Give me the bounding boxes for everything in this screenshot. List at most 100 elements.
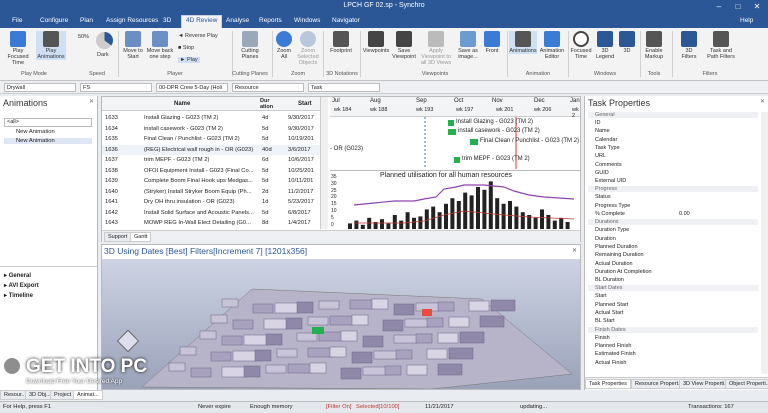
active-element[interactable] — [422, 309, 432, 316]
animations-button[interactable]: Animations — [509, 31, 537, 54]
tab-reports[interactable]: Reports — [255, 16, 286, 25]
maximize-button[interactable]: □ — [731, 1, 745, 13]
gantt-bar[interactable] — [454, 157, 460, 163]
viewpoints-button[interactable]: Viewpoints — [362, 31, 390, 54]
tab-task-properties[interactable]: Task Properties — [585, 379, 631, 389]
week-label: wk 206 — [534, 107, 552, 113]
y-tick-label: 20 — [331, 194, 337, 201]
tab-support[interactable]: Support — [104, 232, 132, 242]
property-category[interactable]: Progress — [588, 186, 758, 193]
property-category[interactable]: Start Dates — [588, 285, 758, 292]
column-name[interactable]: Name — [174, 101, 190, 107]
list-item[interactable]: New Animation — [4, 138, 92, 144]
gantt-bar[interactable] — [470, 139, 478, 145]
help-button[interactable]: Help — [736, 16, 757, 25]
close-icon[interactable]: ✕ — [572, 247, 577, 254]
fs-dropdown[interactable]: FS — [80, 83, 152, 92]
play-focused-time-button[interactable]: Play Focused Time — [3, 31, 33, 66]
3d-window-button[interactable]: 3D — [618, 31, 636, 54]
tab-configure[interactable]: Configure — [36, 16, 72, 25]
tab-3d[interactable]: 3D — [159, 16, 175, 25]
resource-dropdown[interactable]: Resource — [232, 83, 304, 92]
histogram-bar — [412, 217, 416, 229]
zoom-selected-button[interactable]: Zoom Selected Objects — [296, 31, 320, 66]
property-value[interactable]: 0.00 — [679, 211, 690, 217]
window-title: LPCH GF 02.sp - Synchro — [343, 2, 425, 9]
task-path-filters-button[interactable]: Task and Path Filters — [704, 31, 738, 60]
table-row[interactable]: 1639 Complete Boom Final Hook ups Medgas.… — [102, 176, 320, 186]
move-back-button[interactable]: Move back one step — [146, 31, 174, 60]
dark-label[interactable]: Dark — [97, 52, 109, 58]
table-row[interactable]: 1637 trim MEPF - G023 (TM 2) 6d 10/6/2017 — [102, 155, 320, 165]
apply-viewpoint-button[interactable]: Apply Viewpoint to all 3D Views — [418, 31, 454, 66]
footprint-button[interactable]: Footprint — [328, 31, 354, 54]
close-icon[interactable]: ✕ — [89, 98, 94, 105]
table-row[interactable]: 1636 (REG) Electrical wall rough in - OR … — [102, 144, 320, 155]
gantt-scrollbar[interactable] — [320, 97, 328, 229]
3d-filters-button[interactable]: 3D Filters — [678, 31, 700, 60]
property-category[interactable]: General — [588, 112, 758, 118]
table-row[interactable]: 1641 Dry OH thru insulation - OR (G023) 1d… — [102, 197, 320, 207]
task-dropdown[interactable]: Task — [308, 83, 380, 92]
tab-file[interactable]: File — [8, 16, 26, 25]
watermark-logo-icon — [2, 356, 22, 376]
front-view-button[interactable]: Front — [481, 31, 503, 54]
table-row[interactable]: 1635 Final Clean / Punchlist - G023 (TM 2… — [102, 134, 320, 144]
table-row[interactable]: 1633 Install Glazing - G023 (TM 2) 4d 9/30/… — [102, 113, 320, 123]
tab-analyse[interactable]: Analyse — [222, 16, 253, 25]
play-button[interactable]: ► Play — [178, 57, 200, 63]
table-row[interactable]: 1643 MOWP REG In-Wall Elect Detailing (G0… — [102, 218, 320, 228]
play-animations-button[interactable]: Play Animations — [36, 31, 66, 60]
highlighted-element[interactable] — [312, 327, 324, 334]
close-icon[interactable]: ✕ — [760, 98, 765, 105]
save-image-button[interactable]: Save as image... — [456, 31, 480, 60]
move-to-start-button[interactable]: Move to Start — [121, 31, 145, 60]
tab-assign-resources[interactable]: Assign Resources — [102, 16, 162, 25]
tab-windows[interactable]: Windows — [290, 16, 324, 25]
zoom-all-button[interactable]: Zoom All — [274, 31, 294, 60]
property-category[interactable]: Finish Dates — [588, 326, 758, 333]
reverse-play-button[interactable]: ◄ Reverse Play — [178, 33, 218, 39]
tab-navigator[interactable]: Navigator — [328, 16, 364, 25]
tab-object-properties[interactable]: Object Properti... — [725, 379, 768, 389]
gantt-bar[interactable] — [448, 129, 456, 135]
3d-legend-button[interactable]: 3D Legend — [594, 31, 616, 60]
cell-start: 5/23/2017 — [288, 199, 314, 205]
gantt-bar[interactable] — [448, 120, 454, 126]
table-row[interactable]: 1640 (Stryker) Install Stryker Boom Equip… — [102, 187, 320, 197]
section-general[interactable]: ▸ General — [4, 272, 31, 279]
room-block — [393, 303, 415, 316]
save-viewpoint-button[interactable]: Save Viewpoint — [391, 31, 417, 60]
enable-markup-button[interactable]: Enable Markup — [642, 31, 666, 60]
speed-value[interactable]: 50% — [78, 34, 89, 40]
section-timeline[interactable]: ▸ Timeline — [4, 292, 33, 299]
column-start[interactable]: Start — [298, 101, 312, 107]
focused-time-button[interactable]: Focused Time — [570, 31, 592, 60]
tab-gantt[interactable]: Gantt — [130, 232, 152, 242]
properties-scrollbar[interactable] — [761, 112, 768, 374]
animation-search-input[interactable]: <all> — [4, 118, 92, 127]
list-item[interactable]: New Animation — [4, 129, 55, 135]
week-label: wk 188 — [370, 107, 388, 113]
cell-start: 1/4/2017 — [288, 220, 311, 226]
table-row[interactable]: 1642 Install Solid Surface and Acoustic P… — [102, 208, 320, 218]
animation-editor-button[interactable]: Animation Editor — [538, 31, 566, 60]
3d-model-viewport[interactable] — [102, 259, 580, 389]
stop-button[interactable]: ■ Stop — [178, 45, 194, 51]
tab-4d-review[interactable]: 4D Review — [181, 15, 223, 28]
tab-plan[interactable]: Plan — [76, 16, 97, 25]
speed-dial-icon[interactable] — [96, 32, 113, 49]
drywall-dropdown[interactable]: Drywall — [4, 83, 76, 92]
histogram-bar — [456, 201, 461, 229]
cutting-planes-button[interactable]: Cutting Planes — [237, 31, 263, 60]
table-row[interactable]: 1638 OFOI Equipment Install - G023 (Final… — [102, 166, 320, 176]
column-duration[interactable]: Dur ation — [260, 98, 280, 110]
table-row[interactable]: 1634 install casework - G023 (TM 2) 5d 9/30… — [102, 124, 320, 134]
close-button[interactable]: ✕ — [750, 1, 764, 13]
y-tick-label: 0 — [331, 221, 334, 228]
property-category[interactable]: Durations — [588, 219, 758, 226]
3d-view-title: 3D Using Dates [Best] Filters[Increment … — [104, 246, 308, 256]
section-avi-export[interactable]: ▸ AVI Export — [4, 282, 39, 289]
calendar-dropdown[interactable]: 00-DPR Crew 5-Day (Holi — [156, 83, 228, 92]
minimize-button[interactable]: – — [712, 1, 726, 13]
